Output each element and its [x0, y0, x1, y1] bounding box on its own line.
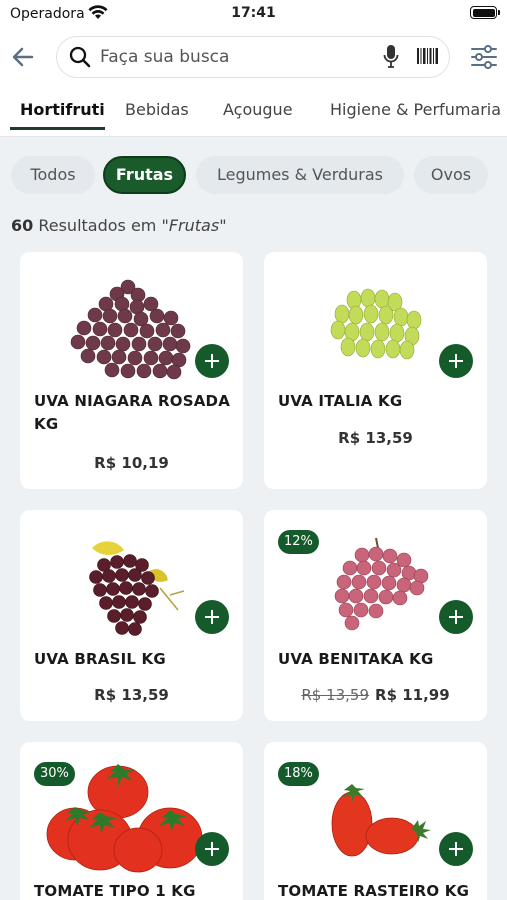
product-price: R$ 13,59	[20, 686, 243, 704]
search-input[interactable]: Faça sua busca	[100, 47, 229, 67]
product-card[interactable]: UVA NIAGARA ROSADA KG R$ 10,19	[20, 252, 243, 489]
clock: 17:41	[231, 5, 276, 21]
app-header: Operadora 17:41 Faça sua busca Hortifrut…	[0, 0, 507, 137]
product-card[interactable]: 12% UVA BENITAKA KG R$ 13,59 R$ 11,99	[264, 510, 487, 721]
back-arrow-icon[interactable]	[10, 44, 36, 70]
chip-legumes-verduras[interactable]: Legumes & Verduras	[196, 156, 404, 194]
results-count: 60	[11, 216, 34, 235]
chip-todos[interactable]: Todos	[11, 156, 95, 194]
current-price: R$ 13,59	[94, 686, 169, 704]
add-to-cart-button[interactable]	[195, 344, 229, 378]
tab-bebidas[interactable]: Bebidas	[125, 100, 189, 119]
current-price: R$ 13,59	[338, 429, 413, 447]
add-to-cart-button[interactable]	[195, 832, 229, 866]
tab-higiene-perfumaria[interactable]: Higiene & Perfumaria	[330, 100, 501, 119]
product-name: UVA BRASIL KG	[34, 650, 166, 668]
battery-icon	[470, 6, 500, 19]
results-query: Frutas	[168, 216, 220, 235]
discount-badge: 18%	[278, 762, 319, 786]
product-name: TOMATE RASTEIRO KG	[278, 882, 470, 900]
product-card[interactable]: 18% TOMATE RASTEIRO KG	[264, 742, 487, 900]
category-tabs: Hortifruti Bebidas Açougue Higiene & Per…	[0, 96, 507, 136]
product-name: UVA ITALIA KG	[278, 392, 403, 410]
product-price: R$ 13,59	[264, 429, 487, 447]
discount-badge: 12%	[278, 530, 319, 554]
search-bar[interactable]: Faça sua busca	[56, 36, 450, 78]
add-to-cart-button[interactable]	[439, 832, 473, 866]
chip-ovos[interactable]: Ovos	[414, 156, 488, 194]
product-name: TOMATE TIPO 1 KG	[34, 882, 196, 900]
product-card[interactable]: 30% TOMATE TIPO 1 KG	[20, 742, 243, 900]
old-price: R$ 13,59	[301, 686, 370, 704]
tab-hortifruti[interactable]: Hortifruti	[20, 100, 105, 119]
chip-frutas[interactable]: Frutas	[103, 156, 186, 194]
product-card[interactable]: UVA BRASIL KG R$ 13,59	[20, 510, 243, 721]
filter-settings-icon[interactable]	[469, 42, 499, 76]
product-price: R$ 13,59 R$ 11,99	[264, 686, 487, 704]
status-bar: Operadora 17:41	[0, 0, 507, 30]
tab-acougue[interactable]: Açougue	[223, 100, 293, 119]
microphone-icon[interactable]	[383, 44, 399, 74]
search-icon	[69, 46, 91, 72]
current-price: R$ 10,19	[94, 454, 169, 472]
current-price: R$ 11,99	[375, 686, 450, 704]
product-price: R$ 10,19	[20, 454, 243, 472]
discount-badge: 30%	[34, 762, 75, 786]
product-name: UVA NIAGARA ROSADA KG	[34, 392, 231, 433]
results-text: Resultados em "	[33, 216, 169, 235]
barcode-icon[interactable]	[417, 46, 439, 72]
add-to-cart-button[interactable]	[439, 600, 473, 634]
add-to-cart-button[interactable]	[195, 600, 229, 634]
active-tab-indicator	[10, 127, 105, 130]
product-name: UVA BENITAKA KG	[278, 650, 434, 668]
add-to-cart-button[interactable]	[439, 344, 473, 378]
results-summary: 60 Resultados em "Frutas"	[11, 216, 227, 235]
product-card[interactable]: UVA ITALIA KG R$ 13,59	[264, 252, 487, 489]
results-close-quote: "	[219, 216, 227, 235]
